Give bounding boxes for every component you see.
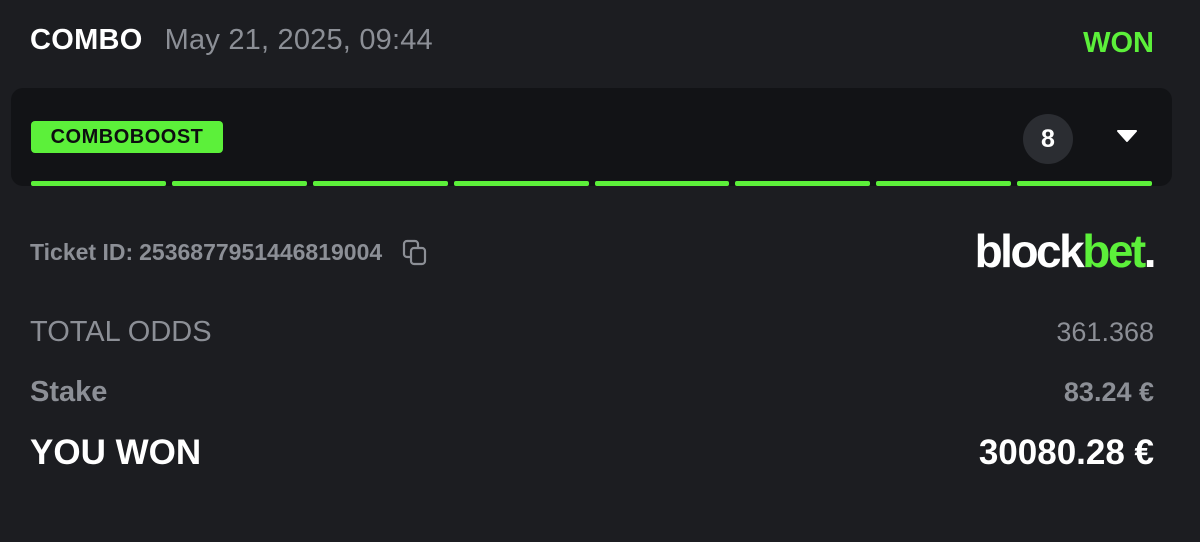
blockbet-logo: blockbet. <box>974 225 1157 277</box>
winnings-value: 30080.28 € <box>978 433 1154 472</box>
ticket-header: COMBO May 21, 2025, 09:44 WON <box>30 20 1154 60</box>
ticket-id-label: Ticket ID: <box>30 238 134 265</box>
total-odds-label: TOTAL ODDS <box>30 315 212 348</box>
winnings-row: YOU WON 30080.28 € <box>30 430 1154 476</box>
progress-segment <box>453 181 589 186</box>
winnings-label: YOU WON <box>30 433 202 472</box>
progress-segment <box>171 181 307 186</box>
bet-type: COMBO <box>30 23 143 56</box>
progress-segment <box>594 181 730 186</box>
status-badge: WON <box>1083 26 1154 59</box>
stake-label: Stake <box>30 375 108 408</box>
stake-value: 83.24 € <box>1063 376 1154 407</box>
progress-segment <box>735 181 871 186</box>
stake-row: Stake 83.24 € <box>30 372 1154 412</box>
total-odds-row: TOTAL ODDS 361.368 <box>30 312 1154 352</box>
progress-segment <box>31 181 166 186</box>
comboboost-badge: COMBOBOOST <box>31 121 223 153</box>
total-odds-value: 361.368 <box>1056 316 1154 347</box>
ticket-id-row: Ticket ID: 2536877951446819004 <box>30 232 430 272</box>
selections-count: 8 <box>1023 114 1073 164</box>
bet-ticket-card: COMBO May 21, 2025, 09:44 WON COMBOBOOST… <box>0 0 1200 542</box>
caret-down-icon <box>1116 129 1138 148</box>
selections-progress <box>31 181 1152 186</box>
bet-datetime: May 21, 2025, 09:44 <box>164 23 433 56</box>
progress-segment <box>312 181 448 186</box>
expand-toggle-button[interactable] <box>1107 120 1147 156</box>
progress-segment <box>876 181 1012 186</box>
copy-icon[interactable] <box>400 237 430 267</box>
progress-segment <box>1017 181 1152 186</box>
selections-panel[interactable]: COMBOBOOST 8 <box>11 88 1172 186</box>
ticket-id-value: 2536877951446819004 <box>139 238 383 265</box>
